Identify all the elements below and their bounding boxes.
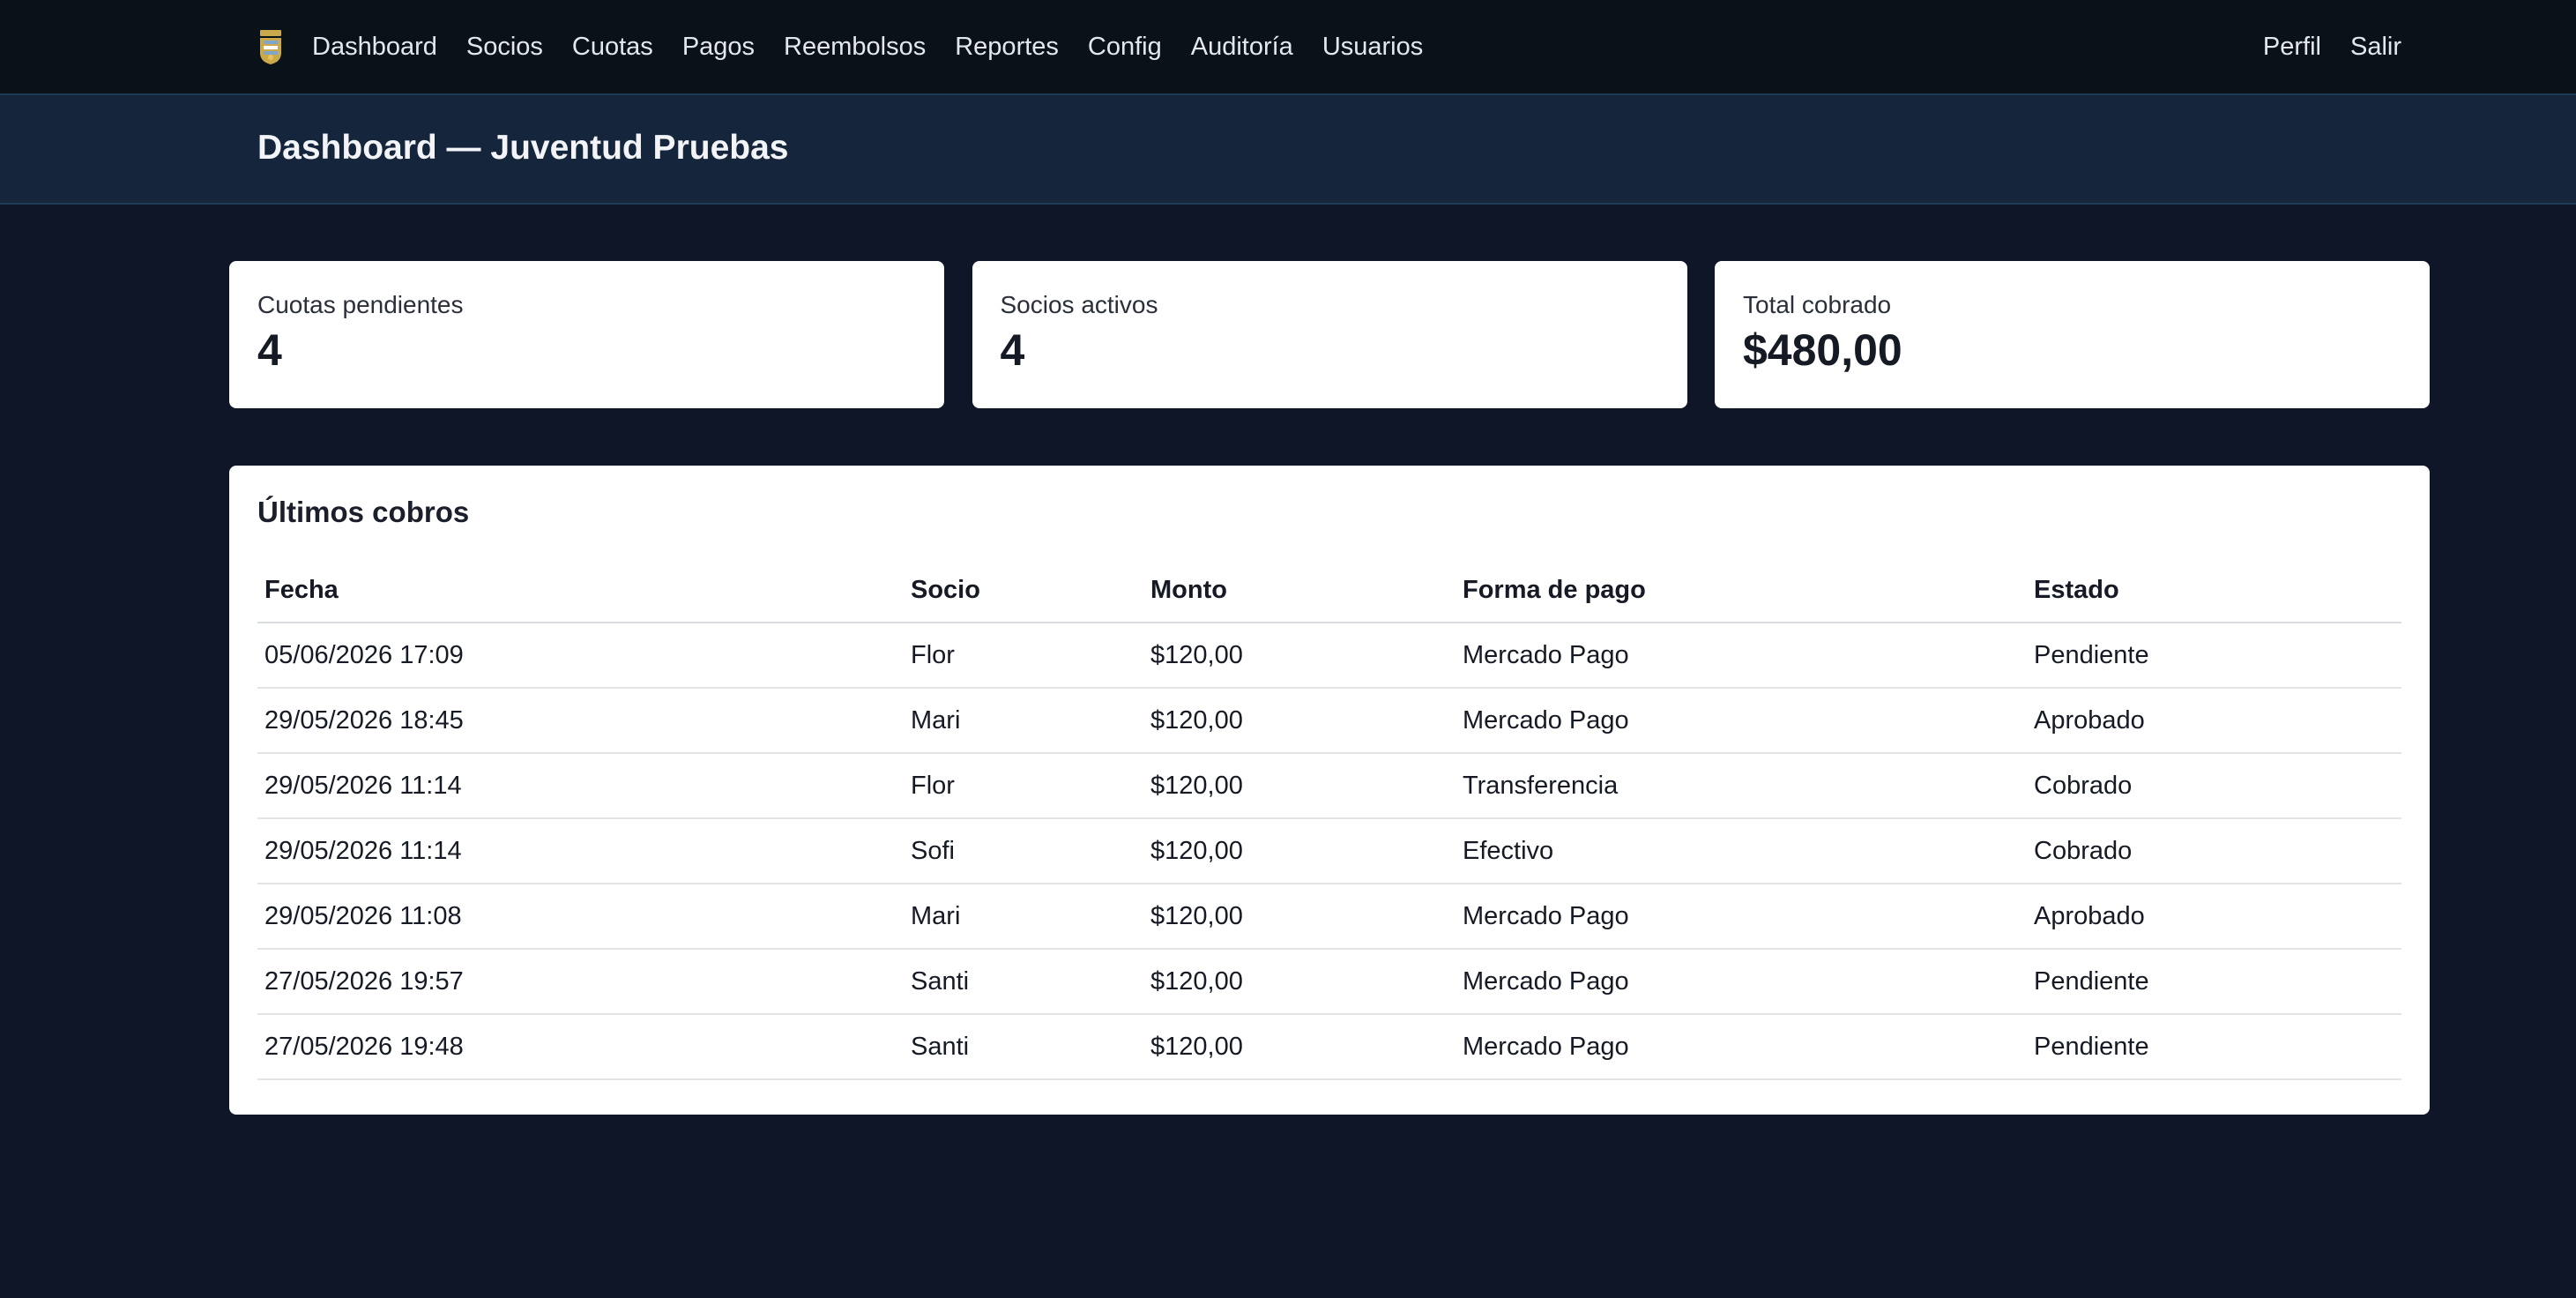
page-title: Dashboard — Juventud Pruebas (257, 129, 789, 167)
table-row: 29/05/2026 11:08 Mari $120,00 Mercado Pa… (257, 884, 2401, 950)
nav-link-auditoria[interactable]: Auditoría (1191, 33, 1293, 62)
cell-socio: Mari (904, 884, 1143, 950)
cell-forma-de-pago: Mercado Pago (1456, 688, 2027, 754)
cell-fecha: 27/05/2026 19:57 (257, 949, 904, 1015)
nav-link-perfil[interactable]: Perfil (2263, 33, 2321, 62)
column-header-monto: Monto (1143, 559, 1456, 623)
nav-link-salir[interactable]: Salir (2350, 33, 2401, 62)
table-row: 27/05/2026 19:57 Santi $120,00 Mercado P… (257, 949, 2401, 1015)
stats-row: Cuotas pendientes 4 Socios activos 4 Tot… (229, 261, 2430, 408)
cell-estado: Pendiente (2027, 1014, 2401, 1080)
cell-estado: Pendiente (2027, 623, 2401, 689)
cell-estado: Aprobado (2027, 688, 2401, 754)
table-row: 05/06/2026 17:09 Flor $120,00 Mercado Pa… (257, 623, 2401, 689)
table-row: 29/05/2026 11:14 Flor $120,00 Transferen… (257, 753, 2401, 819)
stat-label: Cuotas pendientes (257, 291, 464, 318)
column-header-estado: Estado (2027, 559, 2401, 623)
cell-fecha: 29/05/2026 11:08 (257, 884, 904, 950)
stat-card-socios-activos: Socios activos 4 (972, 261, 1687, 408)
nav-link-config[interactable]: Config (1088, 33, 1162, 62)
table-row: 27/05/2026 19:48 Santi $120,00 Mercado P… (257, 1014, 2401, 1080)
cell-monto: $120,00 (1143, 1014, 1456, 1080)
cell-estado: Aprobado (2027, 884, 2401, 950)
cobros-table: Fecha Socio Monto Forma de pago Estado 0… (257, 559, 2401, 1080)
nav-link-socios[interactable]: Socios (466, 33, 543, 62)
cell-socio: Flor (904, 623, 1143, 689)
nav-link-pagos[interactable]: Pagos (682, 33, 755, 62)
navbar-inner: Dashboard Socios Cuotas Pagos Reembolsos… (257, 0, 2401, 93)
table-row: 29/05/2026 11:14 Sofi $120,00 Efectivo C… (257, 818, 2401, 884)
cell-socio: Santi (904, 1014, 1143, 1080)
nav-user-links: Perfil Salir (2234, 0, 2401, 93)
page-header: Dashboard — Juventud Pruebas (0, 95, 2576, 205)
cell-estado: Pendiente (2027, 949, 2401, 1015)
stat-value: 4 (1000, 325, 1025, 375)
cell-monto: $120,00 (1143, 753, 1456, 819)
column-header-forma-de-pago: Forma de pago (1456, 559, 2027, 623)
stat-card-cuotas-pendientes: Cuotas pendientes 4 (229, 261, 944, 408)
nav-link-reportes[interactable]: Reportes (955, 33, 1059, 62)
cell-monto: $120,00 (1143, 949, 1456, 1015)
stat-label: Socios activos (1000, 291, 1158, 318)
cell-fecha: 29/05/2026 11:14 (257, 753, 904, 819)
stat-value: 4 (257, 325, 282, 375)
stat-value: $480,00 (1743, 325, 1902, 375)
cell-forma-de-pago: Transferencia (1456, 753, 2027, 819)
stat-label: Total cobrado (1743, 291, 1892, 318)
cell-fecha: 29/05/2026 18:45 (257, 688, 904, 754)
nav-links: Dashboard Socios Cuotas Pagos Reembolsos… (312, 33, 1452, 62)
cell-forma-de-pago: Mercado Pago (1456, 884, 2027, 950)
cell-socio: Santi (904, 949, 1143, 1015)
cell-socio: Flor (904, 753, 1143, 819)
column-header-socio: Socio (904, 559, 1143, 623)
stat-card-total-cobrado: Total cobrado $480,00 (1715, 261, 2430, 408)
ultimos-cobros-card: Últimos cobros Fecha Socio Monto Forma d… (229, 466, 2430, 1115)
section-title: Últimos cobros (257, 496, 470, 528)
top-navbar: Dashboard Socios Cuotas Pagos Reembolsos… (0, 0, 2576, 95)
cell-monto: $120,00 (1143, 818, 1456, 884)
column-header-fecha: Fecha (257, 559, 904, 623)
club-crest-icon[interactable] (257, 28, 284, 65)
cell-fecha: 29/05/2026 11:14 (257, 818, 904, 884)
nav-link-dashboard[interactable]: Dashboard (312, 33, 437, 62)
nav-link-cuotas[interactable]: Cuotas (572, 33, 653, 62)
cell-fecha: 27/05/2026 19:48 (257, 1014, 904, 1080)
cell-estado: Cobrado (2027, 818, 2401, 884)
cell-fecha: 05/06/2026 17:09 (257, 623, 904, 689)
cell-socio: Mari (904, 688, 1143, 754)
cell-monto: $120,00 (1143, 623, 1456, 689)
cell-monto: $120,00 (1143, 688, 1456, 754)
cell-monto: $120,00 (1143, 884, 1456, 950)
cell-forma-de-pago: Mercado Pago (1456, 949, 2027, 1015)
cell-estado: Cobrado (2027, 753, 2401, 819)
cell-socio: Sofi (904, 818, 1143, 884)
table-header-row: Fecha Socio Monto Forma de pago Estado (257, 559, 2401, 623)
cell-forma-de-pago: Mercado Pago (1456, 623, 2027, 689)
cell-forma-de-pago: Mercado Pago (1456, 1014, 2027, 1080)
nav-link-reembolsos[interactable]: Reembolsos (784, 33, 926, 62)
cell-forma-de-pago: Efectivo (1456, 818, 2027, 884)
table-row: 29/05/2026 18:45 Mari $120,00 Mercado Pa… (257, 688, 2401, 754)
nav-link-usuarios[interactable]: Usuarios (1322, 33, 1423, 62)
